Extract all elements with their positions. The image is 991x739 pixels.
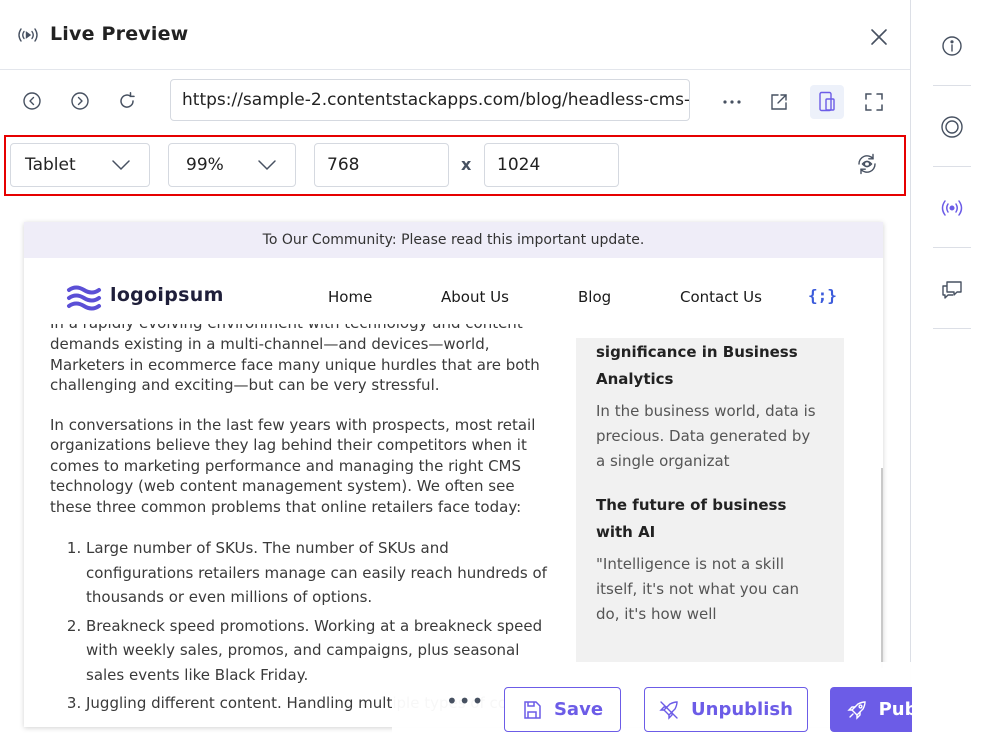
open-external-icon[interactable] (762, 85, 796, 119)
panel-header: Live Preview (0, 0, 910, 70)
close-icon[interactable] (866, 24, 892, 50)
right-rail (912, 0, 991, 739)
refresh-icon[interactable] (115, 89, 139, 113)
article-paragraph: In conversations in the last few years w… (50, 415, 536, 516)
post-title[interactable]: The future of business with AI (596, 492, 824, 546)
code-braces-icon[interactable]: {;} (808, 286, 837, 305)
live-preview-rail-icon[interactable] (933, 168, 971, 248)
width-input[interactable]: 768 (314, 143, 449, 187)
unpublish-rocket-icon (659, 700, 678, 720)
nav-contact-us[interactable]: Contact Us (680, 288, 762, 306)
related-posts-sidebar: significance in Business Analytics In th… (576, 338, 844, 668)
chevron-down-icon (257, 157, 277, 173)
live-preview-panel: Live Preview https://sample-2.contentsta… (0, 0, 911, 739)
article-paragraph: demands existing in a multi-channel—and … (50, 335, 540, 394)
height-input[interactable]: 1024 (484, 143, 619, 187)
preview-scrollbar[interactable] (881, 468, 883, 668)
unpublish-button[interactable]: Unpublish (644, 687, 808, 732)
info-icon[interactable] (933, 6, 971, 86)
post-title[interactable]: significance in Business Analytics (596, 339, 824, 393)
zoom-select[interactable]: 99% (168, 143, 296, 187)
list-item: Large number of SKUs. The number of SKUs… (86, 536, 550, 610)
device-preview-icon[interactable] (810, 85, 844, 119)
forward-icon[interactable] (68, 89, 92, 113)
target-icon[interactable] (933, 87, 971, 167)
comments-icon[interactable] (933, 249, 971, 329)
article-body: In a rapidly evolving environment with t… (50, 324, 550, 720)
announcement-bar[interactable]: To Our Community: Please read this impor… (24, 222, 883, 258)
zoom-value: 99% (186, 155, 224, 175)
panel-title: Live Preview (50, 23, 189, 45)
device-type-select[interactable]: Tablet (10, 143, 150, 187)
logo-text[interactable]: logoipsum (110, 284, 224, 306)
nav-home[interactable]: Home (328, 288, 372, 306)
nav-about-us[interactable]: About Us (441, 288, 509, 306)
logo-waves-icon[interactable] (66, 282, 102, 312)
device-settings-bar: Tablet 99% 768 x 1024 (4, 135, 906, 196)
back-icon[interactable] (20, 89, 44, 113)
url-input[interactable]: https://sample-2.contentstackapps.com/bl… (170, 79, 690, 121)
chevron-down-icon (111, 157, 131, 173)
more-actions-button[interactable]: ••• (446, 691, 484, 711)
save-button[interactable]: Save (504, 687, 621, 732)
post-excerpt: In the business world, data is precious.… (596, 402, 816, 470)
device-type-value: Tablet (25, 155, 76, 175)
article-clipped-line: In a rapidly evolving environment with t… (50, 324, 550, 334)
save-icon (524, 700, 541, 719)
post-excerpt: "Intelligence is not a skill itself, it'… (596, 555, 800, 623)
fullscreen-icon[interactable] (857, 85, 891, 119)
unpublish-label: Unpublish (691, 699, 793, 720)
action-bar: ••• Save Unpublish Publish (392, 662, 991, 739)
rotate-device-icon[interactable] (855, 152, 879, 176)
save-label: Save (553, 699, 604, 720)
preview-frame[interactable]: To Our Community: Please read this impor… (24, 222, 883, 727)
rocket-icon (846, 700, 866, 720)
url-toolbar: https://sample-2.contentstackapps.com/bl… (0, 71, 910, 133)
live-broadcast-icon (16, 25, 40, 45)
dimension-separator: x (461, 155, 472, 174)
nav-blog[interactable]: Blog (578, 288, 611, 306)
more-options-icon[interactable] (715, 85, 749, 119)
